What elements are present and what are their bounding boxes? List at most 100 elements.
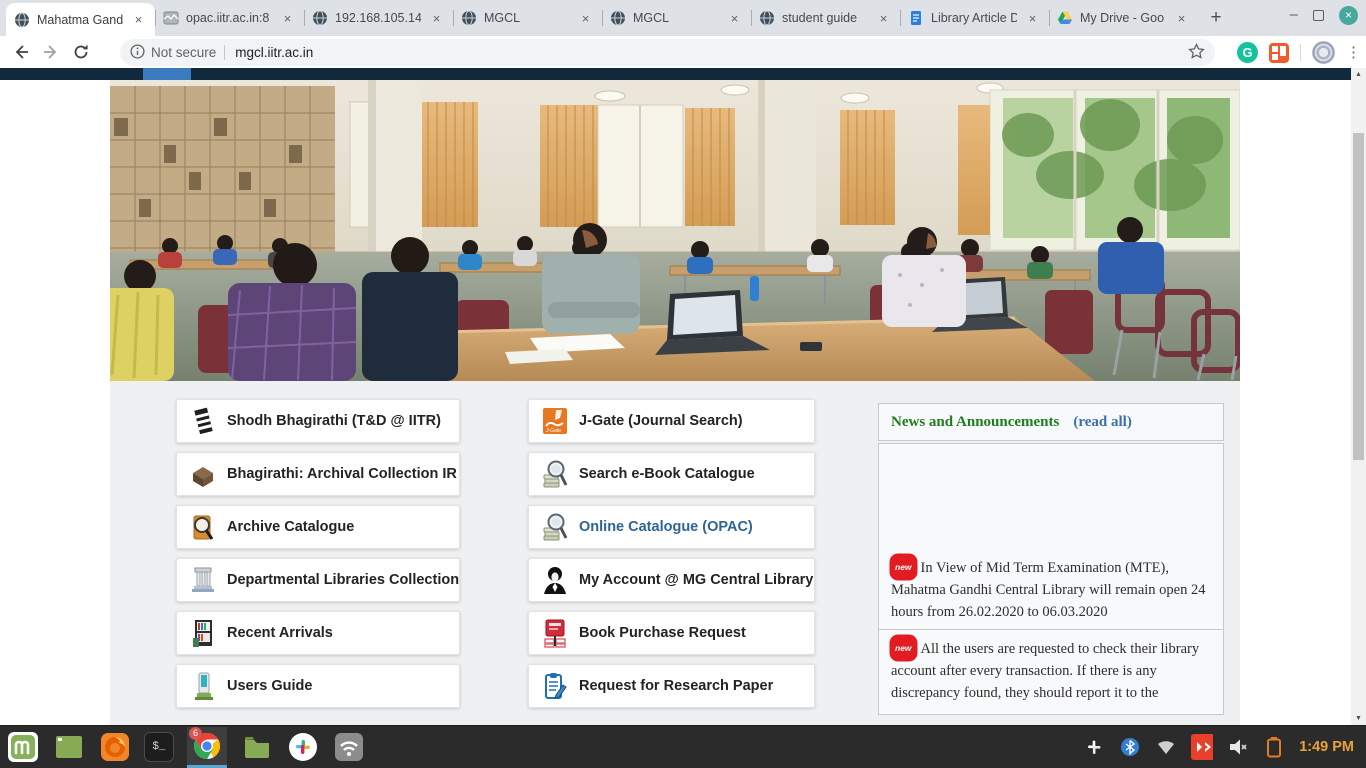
- network-tray-icon[interactable]: [1155, 736, 1177, 758]
- users-guide-button[interactable]: Users Guide: [176, 664, 460, 708]
- file-manager-launcher[interactable]: [240, 731, 273, 764]
- forward-button[interactable]: [36, 38, 66, 66]
- address-bar[interactable]: Not secure mgcl.iitr.ac.in: [120, 39, 1215, 66]
- slack-tray-icon[interactable]: [1083, 736, 1105, 758]
- reload-button[interactable]: [66, 38, 96, 66]
- tab-mgcl-2[interactable]: MGCL ×: [602, 0, 751, 36]
- tab-ip-address[interactable]: 192.168.105.14 ×: [304, 0, 453, 36]
- close-icon[interactable]: ×: [428, 10, 445, 27]
- toolbar-extensions: G ⋮: [1237, 39, 1358, 66]
- show-desktop-button[interactable]: [52, 731, 85, 764]
- volume-muted-tray-icon[interactable]: [1227, 736, 1249, 758]
- library-photo: [110, 80, 1240, 381]
- news-list: newIn View of Mid Term Examination (MTE)…: [878, 443, 1224, 715]
- link-label: J-Gate (Journal Search): [579, 413, 743, 429]
- news-item: newAll the users are requested to check …: [879, 629, 1223, 714]
- site-navigation-bar: [0, 68, 1351, 80]
- web-page-viewport: Shodh Bhagirathi (T&D @ IITR) Bhagirathi…: [0, 68, 1366, 725]
- close-icon[interactable]: ×: [577, 10, 594, 27]
- orange-extension-icon[interactable]: [1269, 43, 1289, 63]
- red-book-icon: [542, 617, 568, 649]
- book-purchase-button[interactable]: Book Purchase Request: [528, 611, 815, 655]
- tab-opac[interactable]: opac.iitr.ac.in:8 ×: [155, 0, 304, 36]
- tab-my-drive[interactable]: My Drive - Goo ×: [1049, 0, 1198, 36]
- online-catalogue-opac-button[interactable]: Online Catalogue (OPAC): [528, 505, 815, 549]
- my-account-button[interactable]: My Account @ MG Central Library: [528, 558, 815, 602]
- jgate-button[interactable]: J-Gate J-Gate (Journal Search): [528, 399, 815, 443]
- news-item: newIn View of Mid Term Examination (MTE)…: [879, 444, 1223, 629]
- profile-avatar[interactable]: [1312, 41, 1335, 64]
- page-scrollbar[interactable]: ▲ ▼: [1351, 68, 1366, 725]
- restore-button[interactable]: [1313, 10, 1324, 21]
- tab-title: MGCL: [633, 11, 719, 25]
- info-icon[interactable]: [130, 44, 145, 62]
- browser-menu-button[interactable]: ⋮: [1346, 50, 1358, 55]
- google-docs-favicon-icon: [908, 10, 924, 26]
- slack-launcher[interactable]: [286, 731, 319, 764]
- tab-student-guide[interactable]: student guide ×: [751, 0, 900, 36]
- system-tray: 1:49 PM: [1083, 736, 1366, 758]
- firefox-launcher[interactable]: [98, 731, 131, 764]
- tab-title: student guide: [782, 11, 868, 25]
- chrome-taskbar-button[interactable]: 6: [187, 727, 227, 768]
- research-paper-request-button[interactable]: Request for Research Paper: [528, 664, 815, 708]
- broken-image-favicon-icon: [163, 10, 179, 26]
- search-ebook-button[interactable]: Search e-Book Catalogue: [528, 452, 815, 496]
- tab-library-article[interactable]: Library Article D ×: [900, 0, 1049, 36]
- mint-menu-button[interactable]: [6, 731, 39, 764]
- battery-tray-icon[interactable]: [1263, 736, 1285, 758]
- tab-mgcl-home[interactable]: Mahatma Gand ×: [6, 3, 155, 36]
- catalogue-search-icon: [542, 511, 568, 543]
- news-item-text: In View of Mid Term Examination (MTE), M…: [891, 560, 1205, 620]
- quick-links-section: Shodh Bhagirathi (T&D @ IITR) Bhagirathi…: [110, 381, 1240, 725]
- shodh-bhagirathi-button[interactable]: Shodh Bhagirathi (T&D @ IITR): [176, 399, 460, 443]
- globe-favicon-icon: [610, 10, 626, 26]
- new-badge-icon: new: [891, 555, 916, 579]
- kiosk-icon: [190, 670, 216, 702]
- close-icon[interactable]: ×: [875, 10, 892, 27]
- monument-icon: [190, 564, 216, 596]
- bluetooth-tray-icon[interactable]: [1119, 736, 1141, 758]
- quick-links-column-middle: J-Gate J-Gate (Journal Search) Search e-…: [528, 399, 815, 717]
- person-icon: [542, 564, 568, 596]
- recent-arrivals-button[interactable]: Recent Arrivals: [176, 611, 460, 655]
- address-divider: [224, 45, 225, 60]
- minimize-button[interactable]: –: [1290, 10, 1298, 20]
- grammarly-extension-icon[interactable]: G: [1237, 42, 1258, 63]
- tab-title: My Drive - Goo: [1080, 11, 1166, 25]
- departmental-libraries-button[interactable]: Departmental Libraries Collection: [176, 558, 460, 602]
- new-tab-button[interactable]: +: [1202, 4, 1230, 32]
- terminal-launcher[interactable]: $_: [144, 732, 174, 762]
- tab-title: MGCL: [484, 11, 570, 25]
- globe-favicon-icon: [14, 12, 30, 28]
- close-icon[interactable]: ×: [279, 10, 296, 27]
- quick-links-column-left: Shodh Bhagirathi (T&D @ IITR) Bhagirathi…: [176, 399, 460, 717]
- news-header: News and Announcements (read all): [878, 403, 1224, 441]
- close-icon[interactable]: ×: [1024, 10, 1041, 27]
- scroll-up-arrow[interactable]: ▲: [1351, 68, 1366, 81]
- scrollbar-thumb[interactable]: [1353, 133, 1364, 460]
- news-read-all-link[interactable]: (read all): [1073, 414, 1131, 431]
- close-icon[interactable]: ×: [130, 11, 147, 28]
- globe-favicon-icon: [461, 10, 477, 26]
- scroll-down-arrow[interactable]: ▼: [1351, 712, 1366, 725]
- tab-title: 192.168.105.14: [335, 11, 421, 25]
- wifi-tool-launcher[interactable]: [332, 731, 365, 764]
- site-nav-active-item[interactable]: [143, 68, 191, 80]
- browser-toolbar: Not secure mgcl.iitr.ac.in G ⋮: [0, 36, 1366, 68]
- archive-catalogue-button[interactable]: Archive Catalogue: [176, 505, 460, 549]
- catalogue-search-icon: [542, 458, 568, 490]
- close-icon[interactable]: ×: [1173, 10, 1190, 27]
- link-label: Bhagirathi: Archival Collection IR: [227, 466, 457, 482]
- bhagirathi-archival-button[interactable]: Bhagirathi: Archival Collection IR: [176, 452, 460, 496]
- taskbar-clock[interactable]: 1:49 PM: [1299, 739, 1354, 755]
- window-controls: – ×: [1290, 0, 1358, 30]
- remote-app-tray-icon[interactable]: [1191, 736, 1213, 758]
- close-window-button[interactable]: ×: [1339, 6, 1358, 25]
- bookmark-star-icon[interactable]: [1188, 43, 1205, 63]
- globe-favicon-icon: [312, 10, 328, 26]
- close-icon[interactable]: ×: [726, 10, 743, 27]
- tab-mgcl-1[interactable]: MGCL ×: [453, 0, 602, 36]
- back-button[interactable]: [6, 38, 36, 66]
- link-label: Search e-Book Catalogue: [579, 466, 755, 482]
